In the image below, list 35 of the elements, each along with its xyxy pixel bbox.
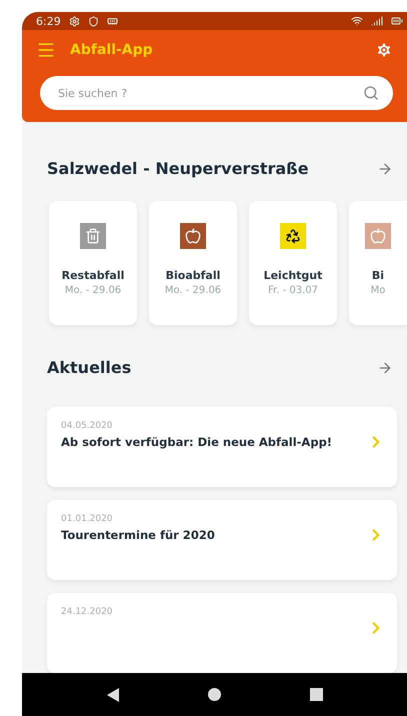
news-card[interactable]: 01.01.2020 Tourentermine für 2020 [47,500,397,580]
search-field[interactable]: Sie suchen ? [40,76,393,110]
arrow-right-button[interactable] [377,160,393,177]
news-date: 24.12.2020 [61,607,114,617]
news-title: Ab sofort verfügbar: Die neue Abfall-App! [61,435,334,449]
back-button[interactable] [106,688,118,702]
search-icon [363,85,379,102]
arrow-right-button[interactable] [377,360,393,376]
settings-button[interactable] [375,41,393,60]
waste-date: Mo. - 29.06 [164,284,222,296]
waste-name: Bi [372,268,384,282]
waste-card[interactable]: Restabfall Mo. - 29.06 [49,200,137,325]
waste-card[interactable]: Bi Mo [349,200,407,325]
recents-button[interactable] [310,688,322,701]
news-date: 04.05.2020 [61,421,114,431]
waste-name: Bioabfall [166,268,220,282]
home-button[interactable] [208,688,220,701]
waste-card[interactable]: Bioabfall Mo. - 29.06 [149,200,237,325]
battery-icon [391,15,403,28]
waste-date: Mo. - 29.06 [64,284,122,296]
status-time: 6:29 [36,14,61,28]
news-heading: Aktuelles [47,358,132,378]
waste-date: Fr. - 03.07 [268,284,318,296]
signal-icon [371,15,383,28]
news-date: 01.01.2020 [61,514,114,524]
app-title: Abfall-App [70,42,154,58]
news-card[interactable]: 04.05.2020 Ab sofort verfügbar: Die neue Abfall-App! [47,407,397,487]
news-title: Tourentermine für 2020 [61,528,216,542]
shield-icon [88,16,99,27]
gear-icon [68,16,80,27]
waste-name: Restabfall [62,268,124,282]
waste-card[interactable]: Leichtgut Fr. - 03.07 [249,200,337,325]
waste-name: Leichtgut [264,268,322,282]
waste-date: Mo [370,284,386,296]
location-title: Salzwedel - Neuperverstraße [47,159,309,178]
